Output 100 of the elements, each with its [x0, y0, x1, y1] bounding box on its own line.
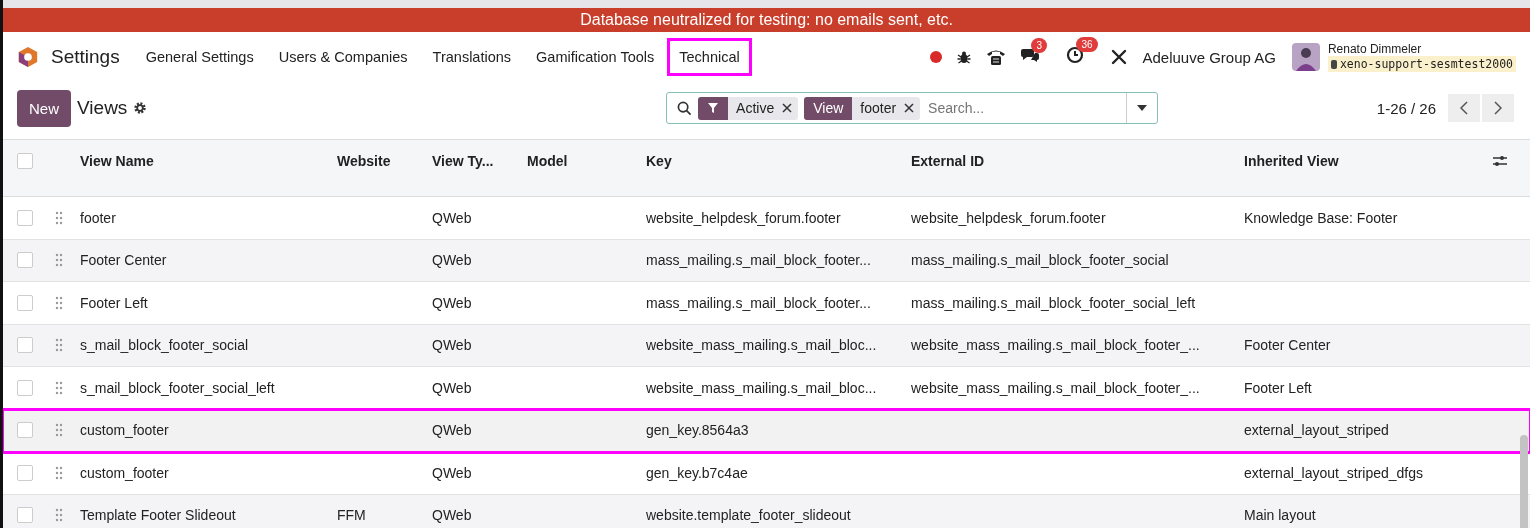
chevron-left-icon — [1460, 101, 1468, 115]
drag-handle-icon[interactable] — [55, 508, 63, 523]
table-cell: custom_footer — [80, 422, 169, 439]
table-row[interactable]: Footer Center QWeb mass_mailing.s_mail_block_footer... mass_mailing.s_mail_block_footer_social — [3, 239, 1530, 282]
menu-item[interactable]: Translations — [420, 38, 524, 76]
row-checkbox[interactable] — [17, 422, 33, 439]
search-bar[interactable]: Active View footer Search... — [666, 92, 1159, 124]
menu-item[interactable]: Technical — [667, 38, 752, 76]
table-cell: footer — [80, 209, 116, 226]
row-checkbox[interactable] — [17, 209, 33, 226]
filter-icon — [707, 102, 720, 114]
table-cell: QWeb — [432, 294, 472, 311]
row-checkbox[interactable] — [17, 337, 33, 354]
table-cell: s_mail_block_footer_social_left — [80, 379, 275, 396]
table-row[interactable]: Template Footer Slideout FFM QWeb website.template_footer_slideout Main layout — [3, 494, 1530, 528]
menu-item[interactable]: General Settings — [133, 38, 266, 76]
table-cell: website_helpdesk_forum.footer — [911, 209, 1106, 226]
table-cell: website_helpdesk_forum.footer — [646, 209, 841, 226]
column-header[interactable]: Key — [646, 153, 672, 169]
table-cell: Main layout — [1244, 507, 1316, 524]
table-cell: external_layout_striped_dfgs — [1244, 464, 1423, 481]
table-cell: website_mass_mailing.s_mail_block_footer_... — [911, 379, 1200, 396]
column-header[interactable]: View Name — [80, 153, 154, 169]
page-title: Views — [77, 97, 128, 119]
settings-icon[interactable] — [133, 101, 148, 115]
table-cell: QWeb — [432, 379, 472, 396]
table-cell: QWeb — [432, 209, 472, 226]
table-cell: custom_footer — [80, 464, 169, 481]
drag-handle-icon[interactable] — [55, 295, 63, 310]
table-cell: FFM — [337, 507, 366, 524]
table-cell: website_mass_mailing.s_mail_bloc... — [646, 379, 877, 396]
row-checkbox[interactable] — [17, 252, 33, 269]
chevron-right-icon — [1494, 101, 1502, 115]
activity-count-badge: 36 — [1076, 37, 1098, 52]
column-header[interactable]: Inherited View — [1244, 153, 1339, 169]
bug-icon[interactable] — [956, 49, 973, 65]
table-cell: Footer Left — [80, 294, 148, 311]
table-row[interactable]: custom_footer QWeb gen_key.8564a3 external_layout_striped — [3, 409, 1530, 452]
table-cell: external_layout_striped — [1244, 422, 1389, 439]
table-cell: Footer Left — [1244, 379, 1312, 396]
message-count-badge: 3 — [1031, 38, 1048, 53]
drag-handle-icon[interactable] — [55, 423, 63, 438]
table-cell: mass_mailing.s_mail_block_footer_social_left — [911, 294, 1196, 311]
column-header[interactable]: View Ty... — [432, 153, 494, 169]
banner-text: Database neutralized for testing: no emails sent, etc. — [580, 11, 953, 29]
column-settings-icon[interactable] — [1492, 154, 1508, 168]
table-row[interactable]: custom_footer QWeb gen_key.b7c4ae external_layout_striped_dfgs — [3, 452, 1530, 495]
table-cell: Template Footer Slideout — [80, 507, 236, 524]
column-header[interactable]: Website — [337, 153, 391, 169]
next-button[interactable] — [1482, 94, 1514, 122]
database-name: xeno-support-sesmtest2000 — [1327, 56, 1516, 72]
table-cell: mass_mailing.s_mail_block_footer... — [646, 252, 871, 269]
table-cell: QWeb — [432, 422, 472, 439]
previous-button[interactable] — [1448, 94, 1480, 122]
table-cell: QWeb — [432, 337, 472, 354]
app-name[interactable]: Settings — [51, 46, 120, 68]
remove-icon[interactable] — [782, 103, 793, 113]
drag-handle-icon[interactable] — [55, 253, 63, 268]
table-cell: s_mail_block_footer_social — [80, 337, 249, 354]
row-checkbox[interactable] — [17, 464, 33, 481]
phone-icon[interactable] — [986, 48, 1007, 66]
caret-icon — [1137, 105, 1148, 111]
table-cell: Footer Center — [1244, 337, 1331, 354]
row-checkbox[interactable] — [17, 507, 33, 524]
remove-icon[interactable] — [904, 103, 915, 113]
table-cell: QWeb — [432, 464, 472, 481]
clock-icon[interactable] — [1066, 46, 1085, 64]
column-header[interactable]: External ID — [911, 153, 985, 169]
table-cell: website_mass_mailing.s_mail_bloc... — [646, 337, 877, 354]
facet-label: Active — [735, 100, 776, 116]
menu-item[interactable]: Users & Companies — [266, 38, 420, 76]
select-all-checkbox[interactable] — [17, 153, 33, 169]
pager-value[interactable]: 1-26 / 26 — [1376, 99, 1436, 117]
search-icon — [677, 100, 693, 116]
field-tag: View — [804, 96, 853, 120]
column-header[interactable]: Model — [527, 153, 568, 169]
table-cell: mass_mailing.s_mail_block_footer... — [646, 294, 871, 311]
drag-handle-icon[interactable] — [55, 210, 63, 225]
new-button[interactable]: New — [17, 89, 71, 127]
table-cell: gen_key.8564a3 — [646, 422, 749, 439]
chat-icon[interactable] — [1020, 47, 1041, 63]
app-logo-icon — [17, 46, 39, 68]
user-name[interactable]: Renato Dimmeler — [1327, 42, 1422, 56]
company-switcher[interactable]: Adeluuve Group AG — [1142, 48, 1276, 66]
drag-handle-icon[interactable] — [55, 465, 63, 480]
menu-item[interactable]: Gamification Tools — [524, 38, 667, 76]
table-cell: QWeb — [432, 252, 472, 269]
table-cell: QWeb — [432, 507, 472, 524]
table-cell: website.template_footer_slideout — [646, 507, 851, 524]
row-checkbox[interactable] — [17, 294, 33, 311]
drag-handle-icon[interactable] — [55, 338, 63, 353]
table-cell: website_mass_mailing.s_mail_block_footer_... — [911, 337, 1200, 354]
table-row[interactable]: s_mail_block_footer_social QWeb website_mass_mailing.s_mail_bloc... website_mass_mailing.s_mail_block_footer_... Footer Center — [3, 324, 1530, 367]
scrollbar-thumb[interactable] — [1520, 435, 1528, 528]
record-dot-icon[interactable] — [930, 51, 943, 63]
user-avatar-icon[interactable] — [1291, 43, 1320, 71]
drag-handle-icon[interactable] — [55, 380, 63, 395]
facet-label: footer — [859, 100, 898, 116]
table-cell: gen_key.b7c4ae — [646, 464, 748, 481]
row-checkbox[interactable] — [17, 379, 33, 396]
